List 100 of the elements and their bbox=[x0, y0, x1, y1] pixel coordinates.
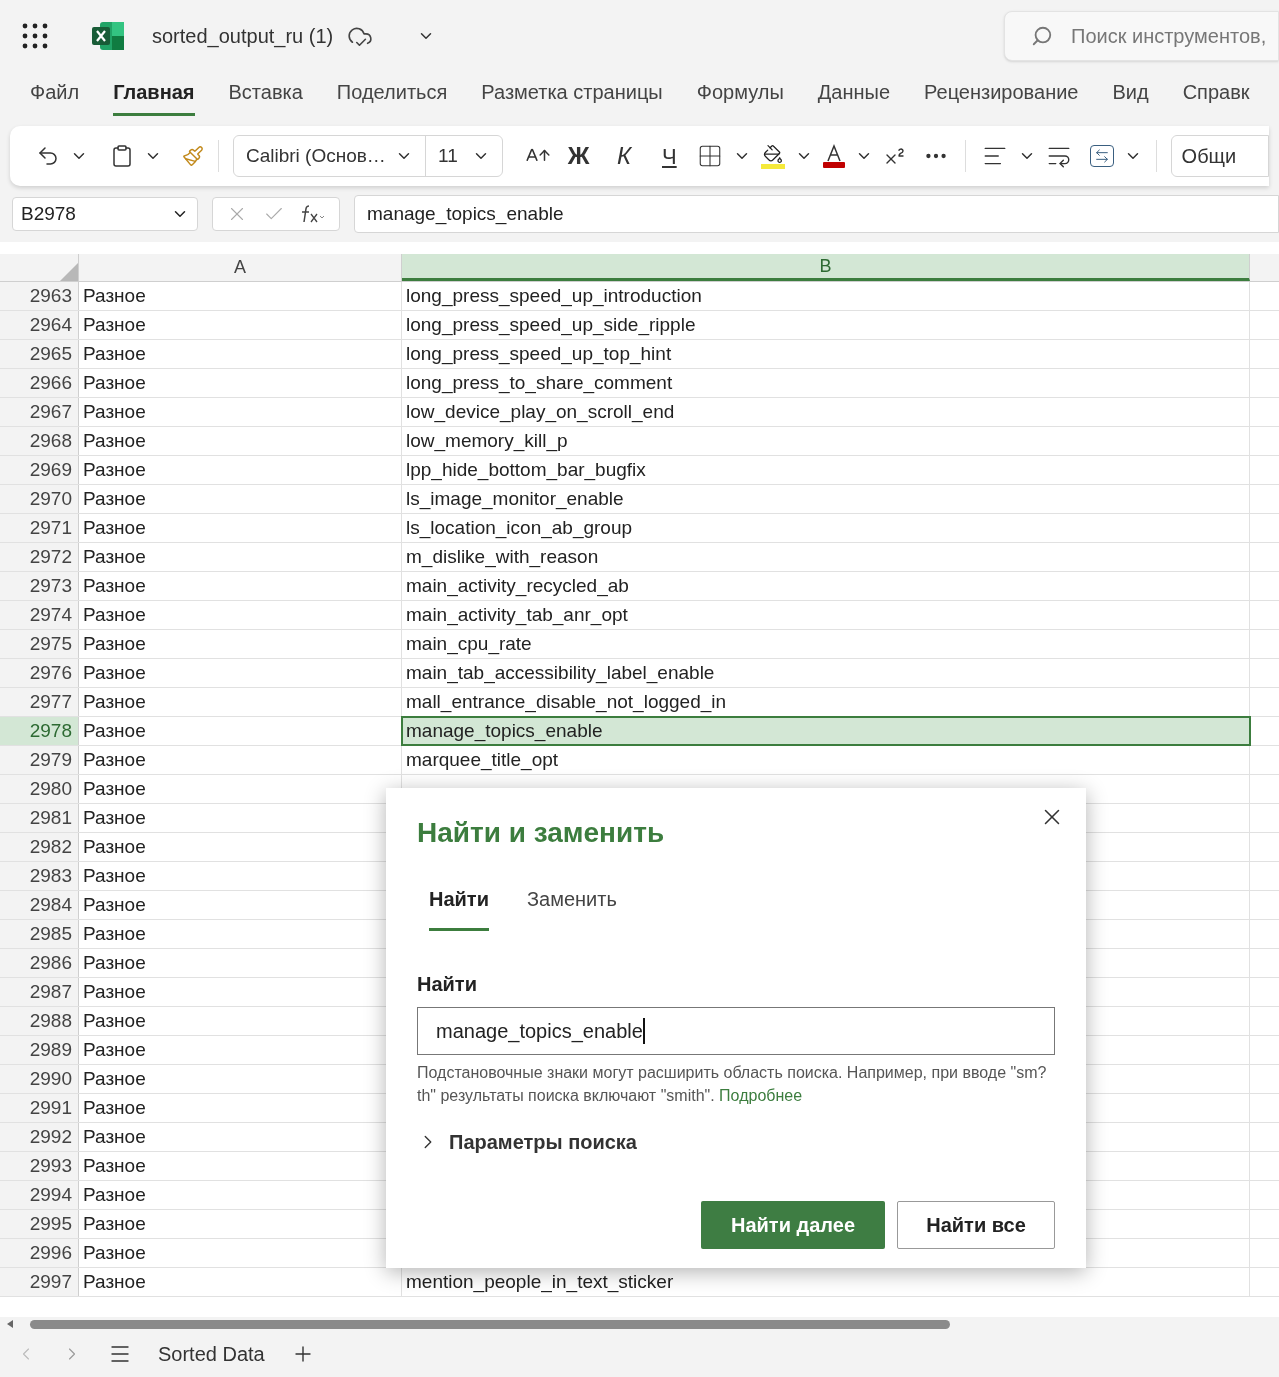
row-header[interactable]: 2972 bbox=[0, 543, 79, 571]
function-icon[interactable] bbox=[299, 204, 326, 224]
table-cell-text: Разное bbox=[83, 515, 146, 540]
table-cell-text: Разное bbox=[83, 544, 146, 569]
ribbon-tab[interactable]: Главная bbox=[113, 77, 195, 116]
ribbon-tab[interactable]: Вид bbox=[1112, 77, 1149, 116]
row-header[interactable]: 2967 bbox=[0, 398, 79, 426]
row-header[interactable]: 2968 bbox=[0, 427, 79, 455]
row-header[interactable]: 2973 bbox=[0, 572, 79, 600]
row-header[interactable]: 2977 bbox=[0, 688, 79, 716]
row-header[interactable]: 2965 bbox=[0, 340, 79, 368]
name-box[interactable]: B2978 bbox=[12, 197, 198, 231]
table-cell-text: Разное bbox=[83, 312, 146, 337]
font-color-icon[interactable] bbox=[823, 144, 845, 168]
table-cell-text: main_tab_accessibility_label_enable bbox=[406, 660, 715, 686]
file-name: sorted_output_ru (1) bbox=[152, 24, 334, 50]
field-label: Найти bbox=[417, 972, 478, 997]
underline-button[interactable]: Ч bbox=[651, 139, 687, 173]
ribbon-tab[interactable]: Данные bbox=[817, 77, 891, 116]
table-cell-text: Разное bbox=[83, 457, 146, 482]
fill-color-icon[interactable] bbox=[761, 143, 785, 169]
table-cell-text: ls_location_icon_ab_group bbox=[406, 515, 633, 541]
find-input[interactable]: manage_topics_enable bbox=[417, 1007, 1055, 1055]
ribbon-tab[interactable]: Рецензирование bbox=[924, 77, 1079, 116]
table-cell-text: Разное bbox=[83, 1153, 146, 1178]
dialog-tab[interactable]: Найти bbox=[429, 884, 489, 931]
row-header[interactable]: 2974 bbox=[0, 601, 79, 629]
app-launcher-icon[interactable] bbox=[22, 23, 48, 49]
corner-triangle-icon bbox=[60, 263, 78, 281]
table-cell-text: manage_topics_enable bbox=[406, 718, 603, 744]
row-header[interactable]: 2970 bbox=[0, 485, 79, 513]
sheet-tab[interactable]: Sorted Data bbox=[158, 1339, 265, 1369]
row-header[interactable]: 2980 bbox=[0, 775, 79, 803]
font-size-dropdown[interactable]: 11 bbox=[426, 136, 502, 176]
search-options-toggle[interactable]: Параметры поиска bbox=[417, 1127, 637, 1157]
row-header[interactable]: 2986 bbox=[0, 949, 79, 977]
table-cell-text: Разное bbox=[83, 660, 146, 685]
table-cell-text: Разное bbox=[83, 283, 146, 308]
table-cell-text: Разное bbox=[83, 1124, 146, 1149]
bold-button[interactable]: Ж bbox=[561, 138, 597, 174]
row-header[interactable]: 2983 bbox=[0, 862, 79, 890]
merge-cells-icon[interactable] bbox=[1090, 145, 1114, 167]
column-header[interactable]: B bbox=[402, 254, 1250, 281]
table-cell-text: main_activity_tab_anr_opt bbox=[406, 602, 628, 628]
spreadsheet-logo-icon[interactable] bbox=[92, 22, 124, 50]
table-cell-text: Разное bbox=[83, 1095, 146, 1120]
find-all-button[interactable]: Найти все bbox=[897, 1201, 1055, 1249]
row-header[interactable]: 2976 bbox=[0, 659, 79, 687]
row-header[interactable]: 2981 bbox=[0, 804, 79, 832]
row-header[interactable]: 2979 bbox=[0, 746, 79, 774]
row-header[interactable]: 2969 bbox=[0, 456, 79, 484]
row-header[interactable]: 2996 bbox=[0, 1239, 79, 1267]
number-format-dropdown[interactable]: Общи bbox=[1170, 135, 1269, 177]
table-cell-text: Разное bbox=[83, 1066, 146, 1091]
table-cell-text: Разное bbox=[83, 834, 146, 859]
row-header[interactable]: 2978 bbox=[0, 717, 79, 745]
borders-icon[interactable] bbox=[697, 143, 723, 169]
find-next-button[interactable]: Найти далее bbox=[701, 1201, 885, 1249]
ribbon-tab[interactable]: Разметка страницы bbox=[481, 77, 663, 116]
row-header[interactable]: 2966 bbox=[0, 369, 79, 397]
row-header[interactable]: 2989 bbox=[0, 1036, 79, 1064]
formula-field[interactable]: manage_topics_enable bbox=[354, 195, 1279, 233]
ribbon-tab[interactable]: Поделиться bbox=[336, 77, 448, 116]
ribbon-tab[interactable]: Файл bbox=[30, 77, 80, 116]
row-header[interactable]: 2987 bbox=[0, 978, 79, 1006]
row-header[interactable]: 2964 bbox=[0, 311, 79, 339]
clipboard-icon[interactable] bbox=[110, 144, 134, 168]
row-header[interactable]: 2971 bbox=[0, 514, 79, 542]
row-header[interactable]: 2982 bbox=[0, 833, 79, 861]
dialog-title: Найти и заменить bbox=[417, 816, 665, 850]
table-cell-text: long_press_speed_up_introduction bbox=[406, 283, 702, 309]
more-info-link[interactable]: Подробнее bbox=[719, 1087, 803, 1104]
table-cell-text: Разное bbox=[83, 979, 146, 1004]
table-cell-text: Разное bbox=[83, 602, 146, 627]
horizontal-scrollbar[interactable] bbox=[30, 1319, 950, 1329]
ribbon-tab[interactable]: Вставка bbox=[228, 77, 303, 116]
row-header[interactable]: 2995 bbox=[0, 1210, 79, 1238]
row-header[interactable]: 2990 bbox=[0, 1065, 79, 1093]
row-header[interactable]: 2984 bbox=[0, 891, 79, 919]
row-header[interactable]: 2991 bbox=[0, 1094, 79, 1122]
row-header[interactable]: 2992 bbox=[0, 1123, 79, 1151]
table-cell-text: low_memory_kill_p bbox=[406, 428, 568, 454]
table-cell-text: Разное bbox=[83, 1211, 146, 1236]
row-header[interactable]: 2997 bbox=[0, 1268, 79, 1296]
row-header[interactable]: 2963 bbox=[0, 282, 79, 310]
italic-button[interactable]: К bbox=[606, 138, 642, 174]
font-name-dropdown[interactable]: Calibri (Основ… bbox=[234, 136, 426, 176]
row-header[interactable]: 2994 bbox=[0, 1181, 79, 1209]
table-cell-text: ls_image_monitor_enable bbox=[406, 486, 624, 512]
row-header[interactable]: 2975 bbox=[0, 630, 79, 658]
row-header[interactable]: 2993 bbox=[0, 1152, 79, 1180]
ribbon-tab[interactable]: Формулы bbox=[696, 77, 784, 116]
row-header[interactable]: 2985 bbox=[0, 920, 79, 948]
table-cell-text: Разное bbox=[83, 370, 146, 395]
row-header[interactable]: 2988 bbox=[0, 1007, 79, 1035]
ribbon-tab[interactable]: Справк bbox=[1182, 77, 1250, 116]
search-field[interactable]: Поиск инструментов, bbox=[1004, 11, 1279, 61]
undo-icon[interactable] bbox=[36, 144, 60, 168]
dialog-tab[interactable]: Заменить bbox=[526, 884, 617, 931]
paintbrush-icon[interactable] bbox=[182, 145, 204, 167]
